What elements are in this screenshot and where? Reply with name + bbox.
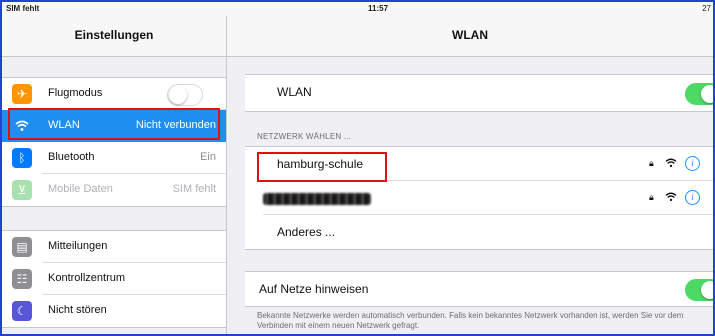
wlan-detail-pane: WLAN WLAN NETZWERK WÄHLEN ... hamburg-sc… — [227, 16, 713, 334]
sidebar-item-label: Flugmodus — [48, 87, 103, 99]
toggle-knob — [169, 86, 187, 104]
antenna-icon: ⊻ — [12, 180, 32, 200]
wlan-highlight-box — [8, 108, 220, 140]
moon-icon: ☾ — [12, 301, 32, 321]
sidebar-item-label: Mobile Daten — [48, 183, 113, 195]
ask-to-join-footnote: Bekannte Netzwerke werden automatisch ve… — [257, 311, 684, 330]
sidebar-item-mitteilungen[interactable]: ▤ Mitteilungen — [2, 231, 226, 263]
ask-to-join-row: Auf Netze hinweisen — [245, 272, 713, 306]
flugmodus-toggle[interactable] — [167, 84, 203, 106]
info-icon[interactable]: i — [685, 190, 700, 205]
ask-to-join-label: Auf Netze hinweisen — [259, 282, 369, 296]
notifications-icon: ▤ — [12, 237, 32, 257]
detail-header: WLAN — [227, 16, 713, 57]
page-title: WLAN — [452, 28, 488, 42]
sidebar-header: Einstellungen — [2, 16, 226, 57]
carrier-status: SIM fehlt — [6, 4, 40, 13]
bluetooth-icon: ᛒ — [12, 148, 32, 168]
status-bar: SIM fehlt 11:57 27 — [2, 2, 713, 16]
sidebar-group-system: ▤ Mitteilungen ☷ Kontrollzentrum ☾ Nicht… — [2, 230, 226, 328]
settings-sidebar: Einstellungen ✈ Flugmodus WLAN Nicht ver… — [2, 16, 227, 334]
airplane-icon: ✈ — [12, 84, 32, 104]
section-title: NETZWERK WÄHLEN ... — [257, 132, 352, 141]
hamburg-schule-highlight-box — [257, 152, 387, 182]
sidebar-item-mobile-daten[interactable]: ⊻ Mobile Daten SIM fehlt — [2, 174, 226, 206]
sidebar-item-value: SIM fehlt — [172, 183, 216, 195]
control-center-icon: ☷ — [12, 269, 32, 289]
sidebar-item-value: Ein — [200, 151, 216, 163]
sidebar-item-kontrollzentrum[interactable]: ☷ Kontrollzentrum — [2, 263, 226, 295]
lock-icon: 🔒︎ — [649, 192, 654, 202]
ipad-screen: SIM fehlt 11:57 27 Einstellungen ✈ Flugm… — [0, 0, 715, 336]
other-network-label: Anderes ... — [277, 225, 336, 239]
toggle-knob — [701, 85, 713, 103]
wlan-row: WLAN — [245, 75, 713, 111]
sidebar-item-label: Mitteilungen — [48, 240, 108, 252]
network-row-other[interactable]: Anderes ... — [245, 215, 713, 249]
obscured-network-name — [263, 193, 371, 205]
wifi-signal-icon — [665, 192, 677, 202]
ask-to-join-toggle[interactable] — [685, 279, 713, 301]
clock: 11:57 — [368, 4, 389, 13]
sidebar-title: Einstellungen — [74, 28, 154, 42]
wlan-label: WLAN — [277, 85, 312, 99]
sidebar-item-nicht-storen[interactable]: ☾ Nicht stören — [2, 295, 226, 327]
sidebar-item-label: Nicht stören — [48, 304, 107, 316]
sidebar-item-label: Kontrollzentrum — [48, 272, 126, 284]
wifi-signal-icon — [665, 158, 677, 168]
lock-icon: 🔒︎ — [649, 158, 654, 168]
info-icon[interactable]: i — [685, 156, 700, 171]
toggle-knob — [701, 281, 713, 299]
battery-level: 27 — [702, 4, 711, 13]
ask-to-join-group: Auf Netze hinweisen — [245, 271, 713, 307]
wlan-toggle-group: WLAN — [245, 74, 713, 112]
sidebar-item-flugmodus[interactable]: ✈ Flugmodus — [2, 78, 226, 110]
sidebar-item-label: Bluetooth — [48, 151, 95, 163]
sidebar-item-bluetooth[interactable]: ᛒ Bluetooth Ein — [2, 142, 226, 174]
wlan-toggle[interactable] — [685, 83, 713, 105]
sidebar-group-connectivity: ✈ Flugmodus WLAN Nicht verbunden ᛒ Bluet… — [2, 77, 226, 207]
network-row-obscured[interactable]: 🔒︎ i — [245, 181, 713, 215]
